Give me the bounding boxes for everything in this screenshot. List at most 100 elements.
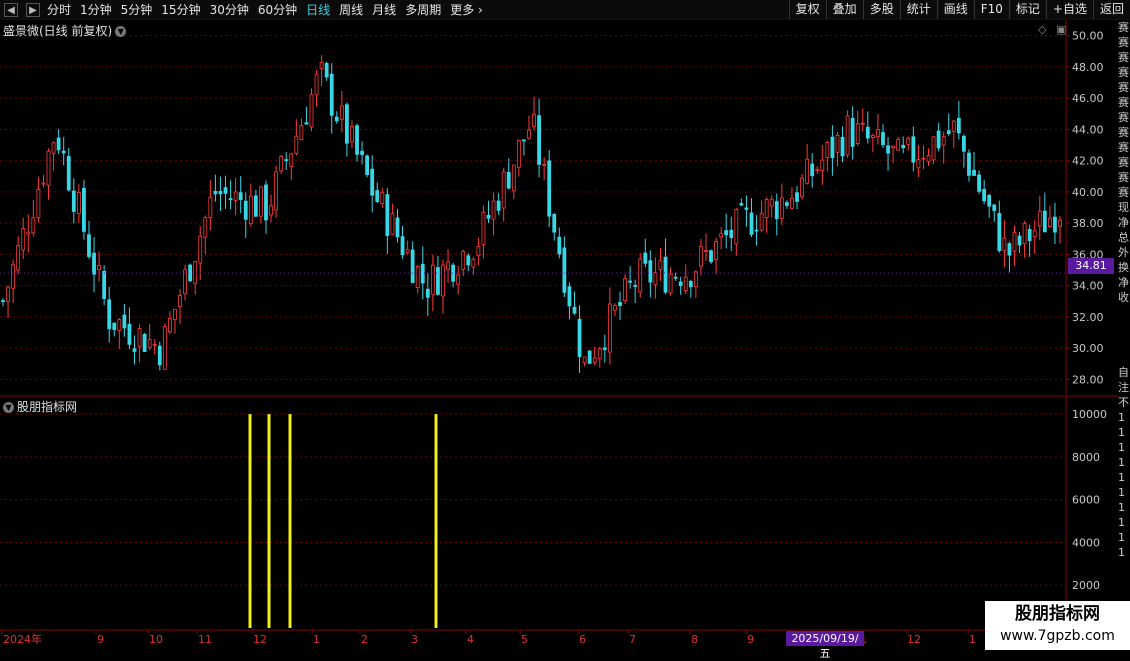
candle-body (76, 192, 81, 215)
candle-body (845, 115, 850, 156)
chevron-down-icon[interactable]: ▼ (115, 26, 127, 37)
candle-body (360, 150, 364, 155)
candle-body (577, 318, 582, 358)
candle-body (613, 305, 617, 311)
date-tick-label: 10 (149, 633, 163, 646)
candle-body (896, 138, 901, 151)
candle-body (790, 197, 794, 209)
candle-body (314, 73, 319, 96)
chart-title: 盛景微(日线 前复权) ▼ (3, 22, 127, 39)
candle-body (729, 229, 734, 239)
candle-body (719, 233, 724, 238)
candle-body (1007, 243, 1012, 256)
chevron-down-icon[interactable]: ▼ (3, 402, 14, 413)
candle-body (542, 164, 547, 166)
date-tick-label: 8 (691, 633, 698, 646)
candle-body (87, 234, 91, 257)
candle-body (395, 217, 400, 238)
restore-icon[interactable]: ▣ (1056, 23, 1066, 36)
candle-body (218, 190, 223, 195)
candle-body (916, 159, 921, 169)
candle-body (951, 120, 956, 132)
candle-body (744, 207, 749, 210)
candle-body (800, 177, 804, 198)
quote-side-glyph: 赛 (1118, 126, 1129, 139)
watermark: 股朋指标网 www.7gpzb.com (985, 601, 1130, 650)
date-tick-label: 1 (969, 633, 976, 646)
candle-body (446, 261, 450, 270)
quote-side-glyph: 换 (1118, 261, 1129, 274)
candle-body (511, 164, 516, 192)
candle-body (456, 274, 461, 285)
candle-body (26, 231, 31, 235)
candle-body (375, 190, 380, 202)
quote-side-glyph: 1 (1118, 411, 1125, 424)
candle-body (1053, 216, 1057, 233)
date-tick-label: 6 (579, 633, 586, 646)
candle-body (228, 198, 233, 201)
candle-body (653, 272, 658, 286)
candle-body (607, 303, 612, 353)
indicator-title: ▼ 股朋指标网 (3, 398, 77, 415)
candle-body (582, 356, 587, 364)
date-tick-label: 4 (467, 633, 474, 646)
candle-body (774, 201, 779, 219)
candle-body (587, 350, 592, 364)
quote-side-glyph: 不 (1118, 396, 1129, 409)
candle-body (461, 250, 466, 270)
quote-side-glyph: 1 (1118, 531, 1125, 544)
candle-body (122, 314, 127, 329)
candle-body (1017, 235, 1022, 246)
quote-side-glyph: 1 (1118, 516, 1125, 529)
cursor-date-badge: 2025/09/19/五 (786, 631, 864, 660)
candle-body (567, 286, 572, 307)
candle-body (967, 152, 971, 176)
indicator-tick-label: 4000 (1072, 536, 1100, 549)
quote-side-glyph (1118, 305, 1130, 320)
quote-side-glyph: 赛 (1118, 21, 1129, 34)
candle-body (350, 126, 354, 143)
candle-body (1037, 210, 1042, 227)
candle-body (1027, 229, 1032, 241)
candle-body (284, 159, 289, 162)
signal-bar (267, 414, 271, 628)
candle-body (633, 284, 638, 287)
candle-body (572, 306, 577, 314)
candle-body (825, 142, 830, 159)
candle-body (274, 171, 279, 211)
candle-body (61, 150, 66, 154)
candle-body (152, 343, 157, 346)
date-tick-label: 5 (521, 633, 528, 646)
candle-body (11, 264, 16, 289)
quote-side-glyph: 1 (1118, 546, 1125, 559)
candle-body (815, 168, 820, 171)
candle-body (810, 163, 815, 177)
quote-side-glyph: 赛 (1118, 156, 1129, 169)
candle-body (299, 125, 304, 141)
price-tick-label: 28.00 (1072, 373, 1104, 386)
candle-body (304, 122, 309, 125)
quote-side-glyph: 赛 (1118, 81, 1129, 94)
quote-side-glyph: 赛 (1118, 111, 1129, 124)
candle-body (51, 142, 56, 154)
candle-body (97, 265, 101, 271)
candle-body (193, 261, 198, 284)
candle-body (749, 212, 754, 235)
candle-body (906, 137, 911, 145)
candle-body (178, 295, 182, 307)
candle-body (946, 130, 951, 134)
candle-body (208, 196, 213, 219)
quote-side-glyph: 赛 (1118, 96, 1129, 109)
candle-body (648, 260, 653, 283)
candle-body (830, 136, 835, 159)
price-tick-label: 48.00 (1072, 61, 1104, 74)
kline-chart[interactable]: 50.0048.0046.0044.0042.0040.0038.0036.00… (0, 0, 1130, 650)
quote-side-glyph: 1 (1118, 441, 1125, 454)
candle-body (385, 194, 390, 237)
stock-title: 盛景微(日线 前复权) (3, 24, 113, 38)
candle-body (779, 197, 784, 219)
quote-side-glyph (1118, 350, 1130, 365)
candle-body (876, 129, 880, 138)
diamond-icon[interactable]: ◇ (1038, 23, 1046, 36)
candle-body (142, 333, 147, 352)
